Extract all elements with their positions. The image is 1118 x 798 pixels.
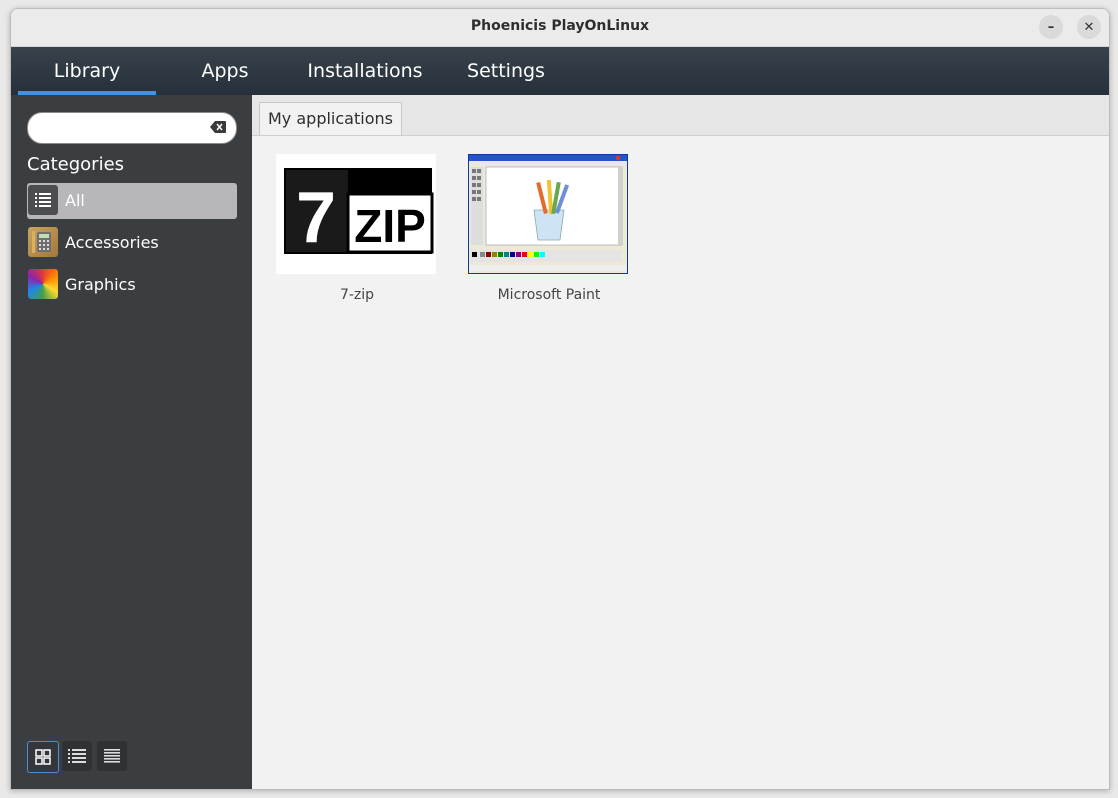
list-view-icon [68, 749, 86, 763]
app-tile-7zip[interactable]: 7 ZIP 7-zip [276, 154, 438, 314]
tab-settings[interactable]: Settings [458, 47, 554, 95]
7zip-logo: 7 ZIP [276, 154, 436, 274]
svg-text:ZIP: ZIP [354, 200, 426, 252]
category-label: Accessories [65, 233, 159, 252]
grid-view-button[interactable] [27, 741, 59, 773]
search-input[interactable] [38, 117, 212, 139]
category-graphics[interactable]: Graphics [27, 267, 237, 303]
category-label: Graphics [65, 275, 136, 294]
sidebar: Categories All Accessories Graphics [11, 95, 252, 789]
category-all[interactable]: All [27, 183, 237, 219]
title-bar: Phoenicis PlayOnLinux – ✕ [11, 9, 1109, 47]
detail-view-button[interactable] [97, 741, 127, 771]
calculator-icon [28, 227, 58, 257]
category-accessories[interactable]: Accessories [27, 225, 237, 261]
close-icon: ✕ [1083, 19, 1095, 35]
minimize-button[interactable]: – [1039, 15, 1063, 39]
app-name: 7-zip [339, 287, 375, 303]
main-tabs: Library Apps Installations Settings [11, 47, 1109, 95]
content-area: My applications 7 ZIP 7-zip Microsoft Pa… [252, 95, 1109, 789]
list-view-button[interactable] [62, 741, 92, 771]
tab-my-applications[interactable]: My applications [259, 102, 402, 135]
content-tabs: My applications [252, 95, 1109, 136]
grid-view-icon [35, 749, 51, 765]
tab-library[interactable]: Library [18, 47, 156, 95]
categories-heading: Categories [27, 154, 125, 175]
minimize-icon: – [1047, 19, 1055, 35]
list-icon [28, 185, 58, 215]
category-label: All [65, 191, 85, 210]
color-wheel-icon [28, 269, 58, 299]
app-tile-microsoft-paint[interactable]: Microsoft Paint [468, 154, 630, 314]
app-window: Phoenicis PlayOnLinux – ✕ Library Apps I… [10, 8, 1110, 790]
tab-installations[interactable]: Installations [295, 47, 435, 95]
tab-apps[interactable]: Apps [181, 47, 269, 95]
close-button[interactable]: ✕ [1077, 15, 1101, 39]
search-box [27, 112, 237, 144]
detail-view-icon [104, 749, 120, 763]
paint-screenshot [468, 154, 628, 274]
svg-text:7: 7 [296, 178, 336, 258]
window-title: Phoenicis PlayOnLinux [470, 18, 650, 34]
app-name: Microsoft Paint [497, 287, 601, 303]
clear-search-icon[interactable] [210, 121, 226, 133]
